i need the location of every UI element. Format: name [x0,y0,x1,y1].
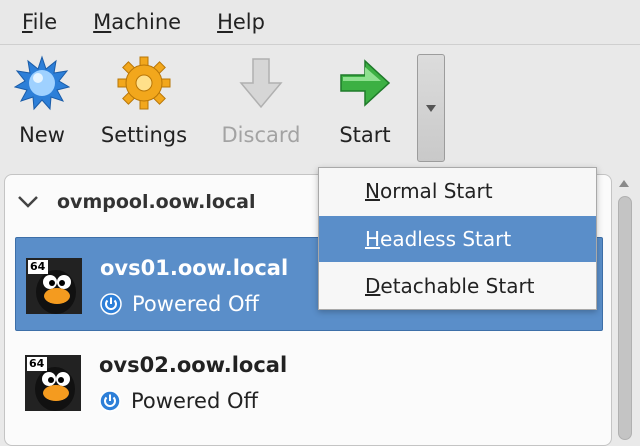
new-label: New [19,123,65,147]
power-icon [99,390,121,412]
vm-row[interactable]: 64 ovs02.oow.local Powered Off [15,335,603,429]
vm-logo-badge: 64 [30,260,46,273]
menu-file-label: ile [32,10,58,34]
vm-status: Powered Off [99,389,258,413]
toolbar: New Settings Discard Start [0,45,640,163]
menu-normal-start-mnemonic: N [365,179,380,203]
vm-status-text: Powered Off [131,389,258,413]
discard-label: Discard [221,123,301,147]
menu-file-mnemonic: F [22,10,33,34]
menu-normal-start-label: ormal Start [379,179,493,203]
menu-machine[interactable]: Machine [93,10,181,34]
group-name: ovmpool.oow.local [57,191,256,213]
scroll-up-icon[interactable] [619,180,629,187]
settings-label: Settings [100,123,188,147]
menu-detachable-start[interactable]: Detachable Start [319,263,596,309]
menu-headless-start[interactable]: Headless Start [319,216,596,262]
menu-detachable-start-mnemonic: D [365,274,381,298]
start-dropdown-menu: Normal Start Headless Start Detachable S… [318,167,597,310]
start-dropdown-arrow[interactable] [417,54,445,162]
menu-headless-start-mnemonic: H [365,227,381,251]
vertical-scrollbar[interactable] [614,174,636,440]
group-header[interactable]: ovmpool.oow.local [17,191,256,213]
menu-help-label: elp [232,10,265,34]
start-label: Start [339,123,391,147]
scroll-thumb[interactable] [618,196,632,440]
gear-icon [117,56,171,110]
menu-help-mnemonic: H [217,10,233,34]
chevron-down-icon [426,105,436,112]
vm-name: ovs02.oow.local [99,353,288,377]
down-arrow-icon [239,58,283,109]
starburst-icon [14,55,70,111]
menu-headless-start-label: eadless Start [380,227,512,251]
vm-status: Powered Off [100,292,259,316]
new-button[interactable]: New [10,55,74,160]
right-arrow-icon [340,59,391,107]
menu-machine-label: achine [111,10,182,34]
vm-logo-badge: 64 [29,357,45,370]
vm-status-text: Powered Off [132,292,259,316]
start-button[interactable]: Start [330,55,400,160]
menu-machine-mnemonic: M [93,10,112,34]
menu-bar: File Machine Help [0,0,640,45]
menu-normal-start[interactable]: Normal Start [319,168,596,214]
menu-detachable-start-label: etachable Start [380,274,535,298]
discard-button[interactable]: Discard [216,55,306,160]
settings-button[interactable]: Settings [96,55,192,160]
menu-help[interactable]: Help [217,10,265,34]
menu-file[interactable]: File [22,10,57,34]
power-icon [100,293,122,315]
vm-name: ovs01.oow.local [100,256,289,280]
chevron-down-icon [18,196,38,208]
